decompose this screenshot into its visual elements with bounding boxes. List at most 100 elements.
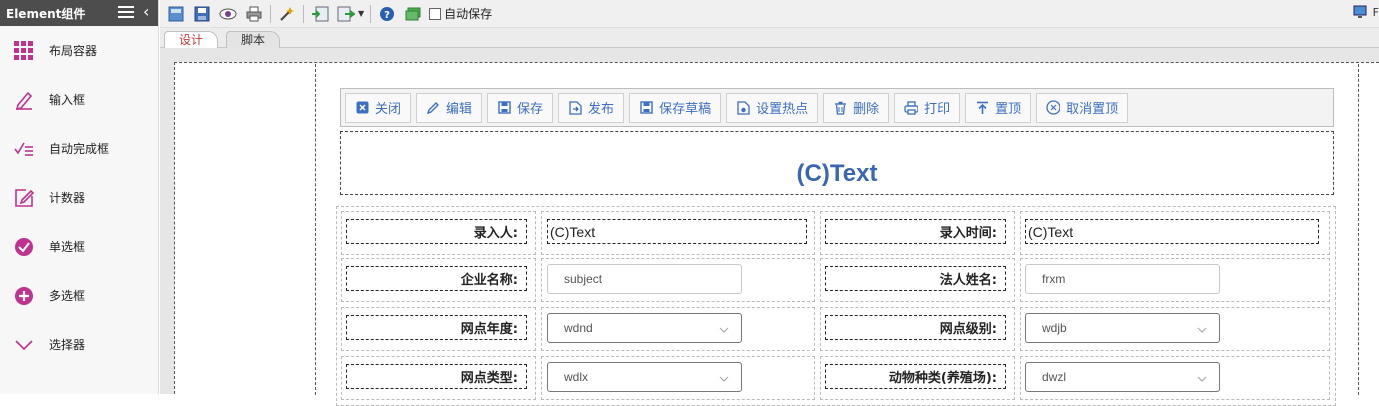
action-button-bar: 关闭 编辑 保存 发布 保存草稿 设置热点 删除 打印 置顶 取消置顶 — [340, 88, 1334, 127]
tab-design[interactable]: 设计 — [164, 31, 219, 48]
export-icon[interactable] — [336, 4, 356, 24]
action-button[interactable]: 设置热点 — [726, 92, 819, 123]
action-button-label: 置顶 — [995, 102, 1022, 117]
svg-text:?: ? — [384, 10, 390, 21]
autocomplete-icon — [14, 139, 34, 159]
form-title-box[interactable]: (C)Text — [340, 131, 1334, 195]
field-label: 法人姓名: — [825, 266, 1006, 291]
sidebar-item-label: 计数器 — [49, 191, 86, 205]
right-panel-label: F — [1372, 6, 1379, 19]
design-canvas: 关闭 编辑 保存 发布 保存草稿 设置热点 删除 打印 置顶 取消置顶 (C)T… — [160, 48, 1379, 406]
tab-script[interactable]: 脚本 — [226, 31, 281, 48]
preview-icon[interactable] — [218, 4, 238, 24]
field-label: 网点级别: — [825, 315, 1006, 340]
autosave-checkbox[interactable]: 自动保存 — [429, 5, 492, 22]
chevron-down-icon[interactable] — [719, 373, 729, 383]
action-button-label: 关闭 — [375, 102, 402, 117]
plus-circle-icon — [14, 286, 34, 306]
component-sidebar: Element组件 ‹ 布局容器 输入框 自动完成框 计数器 单选框 多选框 选… — [0, 0, 159, 394]
field-value: wdlx — [564, 370, 589, 384]
select-field[interactable]: dwzl — [1025, 362, 1220, 392]
select-field[interactable]: wdlx — [547, 362, 742, 392]
field-value: subject — [564, 272, 603, 286]
collapse-chevron-icon[interactable]: ‹ — [143, 4, 149, 20]
action-button-label: 编辑 — [446, 102, 473, 117]
action-button-label: 保存 — [517, 102, 544, 117]
hamburger-menu-icon[interactable] — [118, 6, 134, 20]
printer-icon — [904, 100, 919, 115]
new-icon[interactable] — [166, 4, 186, 24]
window-icon[interactable] — [403, 4, 423, 24]
text-value: (C)Text — [547, 219, 807, 244]
wand-icon[interactable] — [277, 4, 297, 24]
edit-box-icon — [14, 188, 34, 208]
action-button-label: 打印 — [924, 102, 951, 117]
field-label: 录入人: — [346, 219, 527, 244]
sidebar-title: Element组件 — [6, 6, 86, 21]
close-box-icon — [355, 101, 369, 115]
form-grid: 录入人: 录入时间: (C)Text (C)Text 企业名称: 法人姓名: subject… — [336, 206, 1336, 406]
sidebar-item-label: 多选框 — [49, 289, 86, 303]
sidebar-item-label: 布局容器 — [49, 44, 98, 58]
action-button[interactable]: 保存 — [487, 92, 554, 123]
sidebar-item[interactable]: 自动完成框 — [0, 124, 158, 173]
tab-bar: 设计 脚本 — [160, 28, 1379, 48]
action-button-label: 保存草稿 — [659, 102, 712, 117]
export-dropdown-caret[interactable]: ▼ — [358, 9, 364, 18]
check-circle-icon — [14, 237, 34, 257]
sidebar-item[interactable]: 布局容器 — [0, 26, 158, 75]
action-button[interactable]: 保存草稿 — [629, 92, 722, 123]
autosave-checkbox-box[interactable] — [429, 7, 442, 20]
field-label: 录入时间: — [825, 219, 1006, 244]
unpin-icon — [1046, 100, 1061, 115]
action-button[interactable]: 删除 — [823, 92, 890, 123]
import-icon[interactable] — [310, 4, 330, 24]
main-toolbar: ▼ ? 自动保存 F — [160, 0, 1379, 28]
pin-top-icon — [975, 101, 989, 115]
select-field[interactable]: wdnd — [547, 313, 742, 343]
floppy-icon — [497, 101, 511, 115]
chevron-down-icon[interactable] — [719, 324, 729, 334]
hotspot-icon — [736, 100, 750, 115]
action-button[interactable]: 打印 — [894, 92, 961, 123]
chevron-down-icon[interactable] — [1197, 373, 1207, 383]
sidebar-item[interactable]: 多选框 — [0, 271, 158, 320]
sidebar-item-label: 输入框 — [49, 93, 86, 107]
sidebar-header: Element组件 ‹ — [0, 0, 158, 26]
pen-input-icon — [14, 90, 34, 110]
input-field[interactable]: subject — [547, 264, 742, 294]
text-value: (C)Text — [1025, 219, 1319, 244]
field-value: frxm — [1042, 272, 1066, 286]
sidebar-item[interactable]: 计数器 — [0, 173, 158, 222]
sidebar-item-label: 单选框 — [49, 240, 86, 254]
select-field[interactable]: wdjb — [1025, 313, 1220, 343]
sidebar-item[interactable]: 单选框 — [0, 222, 158, 271]
sidebar-item[interactable]: 选择器 — [0, 320, 158, 369]
field-value: wdnd — [564, 321, 593, 335]
autosave-label: 自动保存 — [444, 7, 493, 21]
monitor-icon[interactable] — [1353, 5, 1367, 19]
sidebar-item[interactable]: 输入框 — [0, 75, 158, 124]
field-value: wdjb — [1042, 321, 1067, 335]
action-button[interactable]: 取消置顶 — [1036, 92, 1129, 123]
field-label: 企业名称: — [346, 266, 527, 291]
toolbar-separator — [370, 4, 372, 23]
field-label: 网点类型: — [346, 364, 527, 389]
chevron-down-icon[interactable] — [1197, 324, 1207, 334]
print-icon[interactable] — [244, 4, 264, 24]
form-stage: 关闭 编辑 保存 发布 保存草稿 设置热点 删除 打印 置顶 取消置顶 (C)T… — [174, 62, 1379, 406]
action-button[interactable]: 关闭 — [345, 92, 412, 123]
action-button[interactable]: 发布 — [558, 92, 625, 123]
chevron-down-icon — [14, 335, 34, 355]
action-button[interactable]: 置顶 — [965, 92, 1032, 123]
sidebar-item-label: 自动完成框 — [49, 142, 110, 156]
help-icon[interactable]: ? — [377, 4, 397, 24]
action-button-label: 发布 — [588, 102, 615, 117]
form-container[interactable]: 关闭 编辑 保存 发布 保存草稿 设置热点 删除 打印 置顶 取消置顶 (C)T… — [315, 64, 1359, 406]
pencil-icon — [426, 101, 440, 115]
input-field[interactable]: frxm — [1025, 264, 1220, 294]
save-icon[interactable] — [192, 4, 212, 24]
field-label: 网点年度: — [346, 315, 527, 340]
action-button-label: 设置热点 — [756, 102, 809, 117]
action-button[interactable]: 编辑 — [416, 92, 483, 123]
